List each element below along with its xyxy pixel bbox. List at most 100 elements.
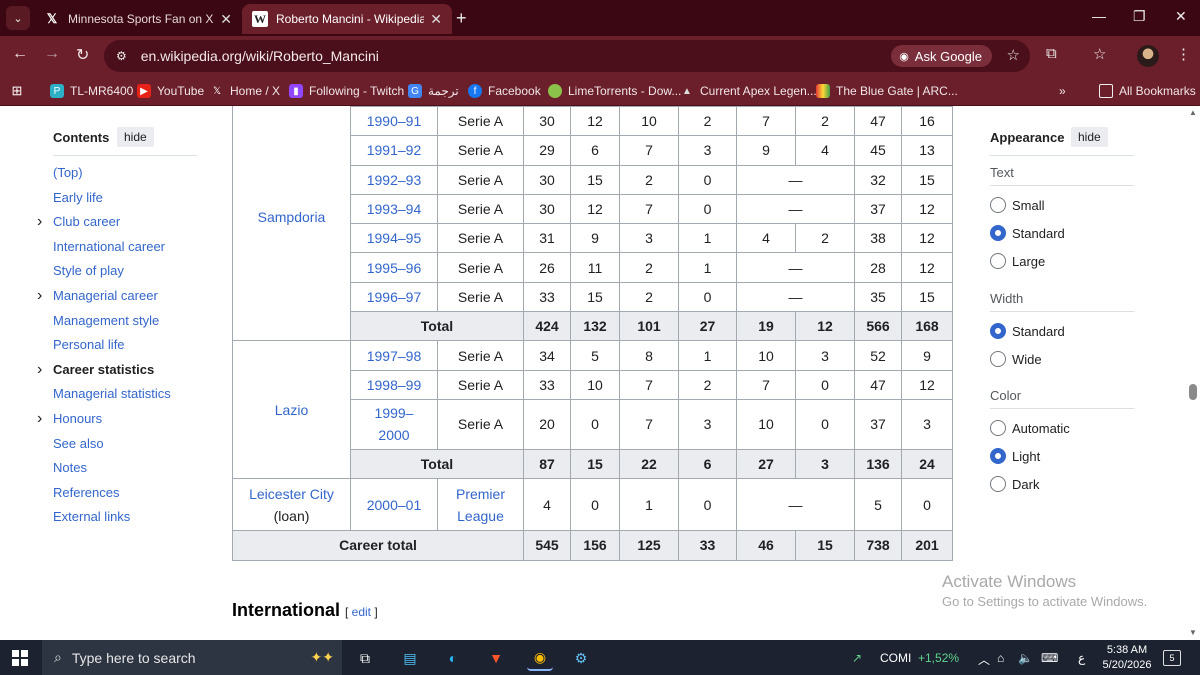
radio-checked-icon[interactable] <box>990 225 1006 242</box>
toc-item[interactable]: Managerial career <box>53 288 158 303</box>
season-link[interactable]: 1997–98 <box>350 340 438 371</box>
network-icon[interactable]: ⌂ <box>997 651 1004 665</box>
toc-item[interactable]: (Top) <box>53 165 83 180</box>
volume-icon[interactable]: 🔈 <box>1018 651 1033 665</box>
radio-unchecked-icon[interactable] <box>990 197 1006 213</box>
menu-icon[interactable]: ⋮ <box>1176 45 1191 63</box>
edge-icon[interactable]: ◐ <box>440 645 466 671</box>
ask-google-button[interactable]: ◉ Ask Google <box>891 45 992 67</box>
taskbar-search[interactable]: ⌕ Type here to search ✦✦ <box>42 640 342 675</box>
bookmark-blue-gate[interactable]: The Blue Gate | ARC... <box>816 82 958 100</box>
windows-start-icon[interactable] <box>12 650 28 666</box>
radio-option[interactable]: Wide <box>990 350 1042 368</box>
bookmark-youtube[interactable]: ▶ YouTube <box>137 82 204 100</box>
address-bar[interactable]: ⚙ en.wikipedia.org/wiki/Roberto_Mancini … <box>104 40 1030 72</box>
season-link[interactable]: 1990–91 <box>350 106 438 137</box>
keyboard-icon[interactable]: ⌨ <box>1041 651 1058 665</box>
restore-icon[interactable]: ❐ <box>1133 8 1146 25</box>
chevron-right-icon[interactable]: › <box>37 410 42 428</box>
toc-item[interactable]: Managerial statistics <box>53 386 171 401</box>
bookmark-limetorrents[interactable]: LimeTorrents - Dow... <box>548 82 681 100</box>
back-icon[interactable]: ← <box>12 45 28 63</box>
toc-item[interactable]: Personal life <box>53 337 125 352</box>
url-text[interactable]: en.wikipedia.org/wiki/Roberto_Mancini <box>141 48 379 64</box>
radio-unchecked-icon[interactable] <box>990 420 1006 436</box>
tab-wikipedia[interactable]: W Roberto Mancini - Wikipedia ✕ <box>242 4 452 34</box>
radio-option[interactable]: Small <box>990 196 1045 214</box>
radio-option[interactable]: Dark <box>990 475 1039 493</box>
radio-checked-icon[interactable] <box>990 448 1006 465</box>
close-icon[interactable]: ✕ <box>430 11 442 28</box>
season-link[interactable]: 1996–97 <box>350 281 438 313</box>
more-bookmarks-icon[interactable]: » <box>1059 82 1066 100</box>
clock[interactable]: 5:38 AM 5/20/2026 <box>1102 643 1152 673</box>
stock-change[interactable]: +1,52% <box>918 651 959 665</box>
task-view-icon[interactable]: ⧉ <box>352 645 378 671</box>
radio-option[interactable]: Standard <box>990 322 1065 340</box>
toc-hide-button[interactable]: hide <box>117 127 154 147</box>
season-link[interactable]: 1991–92 <box>350 135 438 166</box>
league-link[interactable]: Premier League <box>437 478 524 532</box>
scrollbar[interactable] <box>1186 106 1200 640</box>
minimize-icon[interactable]: — <box>1092 8 1106 24</box>
bookmark-facebook[interactable]: f Facebook <box>468 82 541 100</box>
file-explorer-icon[interactable]: ▤ <box>397 645 423 671</box>
reload-icon[interactable]: ↻ <box>76 45 89 65</box>
extensions-icon[interactable]: ⧉ <box>1046 45 1057 62</box>
season-link[interactable]: 1992–93 <box>350 164 438 195</box>
input-language[interactable]: ع <box>1078 651 1085 665</box>
apps-grid-icon[interactable]: ⊞ <box>10 82 30 100</box>
radio-option[interactable]: Large <box>990 252 1045 270</box>
radio-unchecked-icon[interactable] <box>990 476 1006 493</box>
club-link[interactable]: Lazio <box>232 340 351 480</box>
toc-item[interactable]: Style of play <box>53 263 124 278</box>
scroll-up-icon[interactable]: ▲ <box>1189 108 1197 117</box>
club-link[interactable]: Leicester City <box>237 483 346 505</box>
site-info-icon[interactable]: ⚙ <box>116 49 127 63</box>
tray-chevron-icon[interactable]: ︿ <box>978 651 990 668</box>
toc-item[interactable]: International career <box>53 239 165 254</box>
chevron-right-icon[interactable]: › <box>37 213 42 231</box>
radio-option[interactable]: Standard <box>990 224 1065 242</box>
season-link[interactable]: 1999–2000 <box>350 398 438 450</box>
new-tab-button[interactable]: + <box>456 8 467 29</box>
toc-item[interactable]: Notes <box>53 460 87 475</box>
notifications-icon[interactable]: 5 <box>1163 650 1181 666</box>
scrollbar-thumb[interactable] <box>1189 384 1197 400</box>
bookmark-apex[interactable]: ▲ Current Apex Legen... <box>680 82 817 100</box>
toc-item[interactable]: Management style <box>53 313 159 328</box>
season-link[interactable]: 2000–01 <box>350 478 438 532</box>
appearance-hide-button[interactable]: hide <box>1071 127 1108 147</box>
toc-item[interactable]: External links <box>53 509 130 524</box>
toc-item[interactable]: References <box>53 485 119 500</box>
chrome-icon[interactable]: ◉ <box>527 645 553 671</box>
bookmark-translate[interactable]: G ترجمة <box>408 82 459 100</box>
close-window-icon[interactable]: ✕ <box>1175 8 1187 25</box>
club-link[interactable]: Sampdoria <box>232 106 351 342</box>
toc-item[interactable]: Honours <box>53 411 102 426</box>
season-link[interactable]: 1994–95 <box>350 223 438 254</box>
all-bookmarks[interactable]: All Bookmarks <box>1099 82 1196 100</box>
toc-item[interactable]: Career statistics <box>53 362 154 377</box>
bookmarks-icon[interactable]: ☆ <box>1093 45 1106 63</box>
close-icon[interactable]: ✕ <box>220 11 232 28</box>
edit-link[interactable]: edit <box>352 605 371 619</box>
radio-unchecked-icon[interactable] <box>990 253 1006 270</box>
bookmark-x[interactable]: 𝕏 Home / X <box>210 82 280 100</box>
toc-item[interactable]: Early life <box>53 190 103 205</box>
season-link[interactable]: 1993–94 <box>350 193 438 225</box>
radio-option[interactable]: Automatic <box>990 419 1070 437</box>
profile-avatar[interactable] <box>1137 45 1159 67</box>
radio-option[interactable]: Light <box>990 447 1040 465</box>
steam-icon[interactable]: ⚙ <box>568 645 594 671</box>
radio-checked-icon[interactable] <box>990 323 1006 339</box>
bookmark-star-icon[interactable]: ☆ <box>1007 46 1020 64</box>
toc-item[interactable]: See also <box>53 436 104 451</box>
tab-search-button[interactable]: ⌄ <box>6 6 30 30</box>
scroll-down-icon[interactable]: ▼ <box>1189 628 1197 637</box>
bookmark-twitch[interactable]: ▮ Following - Twitch <box>289 82 404 100</box>
season-link[interactable]: 1998–99 <box>350 369 438 400</box>
toc-item[interactable]: Club career <box>53 214 120 229</box>
chevron-right-icon[interactable]: › <box>37 287 42 305</box>
stock-name[interactable]: COMI <box>880 651 911 665</box>
